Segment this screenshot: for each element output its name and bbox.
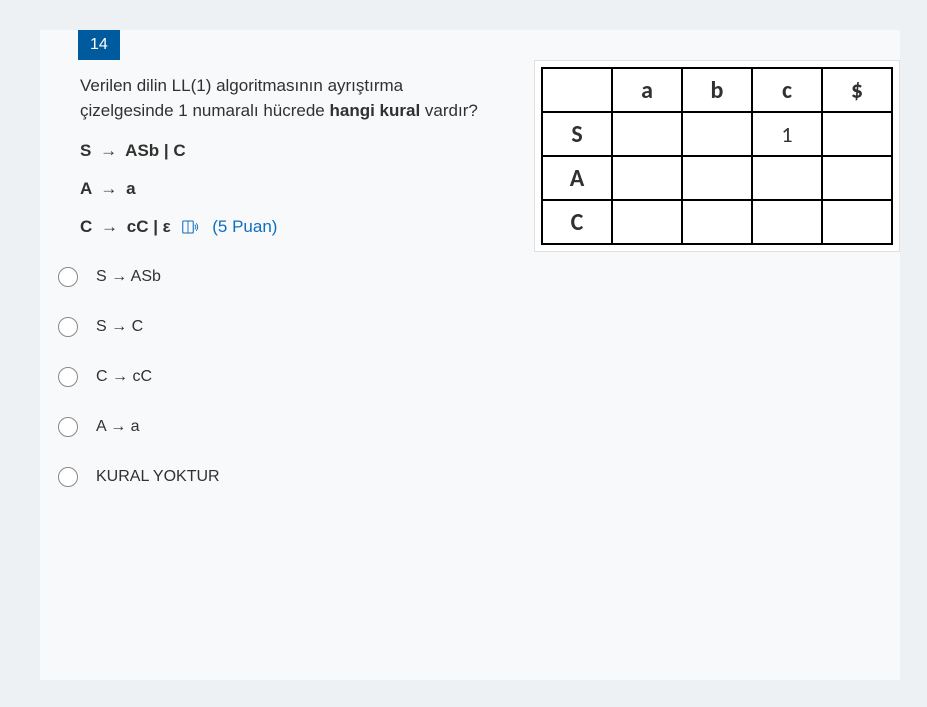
- cell: [682, 200, 752, 244]
- immersive-reader-icon[interactable]: [182, 219, 200, 233]
- option-3[interactable]: C → cC: [58, 367, 900, 387]
- row-header-a: A: [542, 156, 612, 200]
- rule2-rhs: a: [126, 179, 135, 198]
- rule3-lhs: C: [80, 217, 92, 236]
- rule1-lhs: S: [80, 141, 91, 160]
- col-header-c: c: [752, 68, 822, 112]
- option-2[interactable]: S → C: [58, 317, 900, 337]
- option-label: S → C: [96, 318, 143, 336]
- table-corner: [542, 68, 612, 112]
- rule3-rhs: cC | ε: [127, 217, 171, 236]
- radio-icon[interactable]: [58, 317, 78, 337]
- question-text: Verilen dilin LL(1) algoritmasının ayrış…: [80, 74, 480, 123]
- row-header-s: S: [542, 112, 612, 156]
- col-header-dollar: $: [822, 68, 892, 112]
- col-header-b: b: [682, 68, 752, 112]
- option-4[interactable]: A → a: [58, 417, 900, 437]
- option-label: S → ASb: [96, 268, 161, 286]
- rule2-lhs: A: [80, 179, 92, 198]
- points-label: (5 Puan): [212, 217, 277, 236]
- cell: [682, 156, 752, 200]
- row-header-c: C: [542, 200, 612, 244]
- parse-table: a b c $ S 1 A C: [541, 67, 893, 245]
- cell: [822, 200, 892, 244]
- table-row: C: [542, 200, 892, 244]
- option-label: KURAL YOKTUR: [96, 468, 220, 486]
- cell: 1: [752, 112, 822, 156]
- option-label: C → cC: [96, 368, 152, 386]
- col-header-a: a: [612, 68, 682, 112]
- radio-icon[interactable]: [58, 367, 78, 387]
- table-row: S 1: [542, 112, 892, 156]
- cell: [682, 112, 752, 156]
- parse-table-image: a b c $ S 1 A C: [534, 60, 900, 252]
- arrow-icon: →: [100, 179, 117, 198]
- arrow-icon: →: [100, 141, 117, 160]
- options-group: S → ASb S → C C → cC A → a KURAL YOKTUR: [58, 267, 900, 487]
- cell: [822, 156, 892, 200]
- cell: [752, 156, 822, 200]
- option-1[interactable]: S → ASb: [58, 267, 900, 287]
- radio-icon[interactable]: [58, 467, 78, 487]
- cell: [752, 200, 822, 244]
- radio-icon[interactable]: [58, 417, 78, 437]
- rule1-rhs: ASb | C: [125, 141, 185, 160]
- cell: [822, 112, 892, 156]
- question-card: 14 Verilen dilin LL(1) algoritmasının ay…: [40, 30, 900, 680]
- table-row: A: [542, 156, 892, 200]
- cell: [612, 200, 682, 244]
- qtext-part-b: hangi kural: [329, 101, 420, 120]
- arrow-icon: →: [101, 217, 118, 236]
- qtext-part-c: vardır?: [420, 101, 478, 120]
- option-5[interactable]: KURAL YOKTUR: [58, 467, 900, 487]
- question-number: 14: [78, 30, 120, 60]
- option-label: A → a: [96, 418, 140, 436]
- radio-icon[interactable]: [58, 267, 78, 287]
- cell: [612, 112, 682, 156]
- cell: [612, 156, 682, 200]
